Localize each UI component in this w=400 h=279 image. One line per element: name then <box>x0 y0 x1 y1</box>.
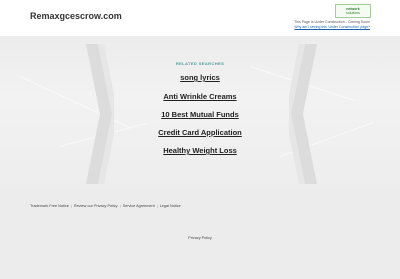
separator: | <box>70 204 72 208</box>
content-area: RELATED SEARCHES song lyrics Anti Wrinkl… <box>0 36 400 190</box>
search-link-song-lyrics[interactable]: song lyrics <box>0 73 400 82</box>
header: Remaxgcescrow.com network solutions This… <box>0 0 400 36</box>
footer-link-trademark[interactable]: Trademark Free Notice <box>30 204 69 208</box>
search-link-credit-card-application[interactable]: Credit Card Application <box>0 128 400 137</box>
logo-bottom-text: solutions <box>346 11 360 15</box>
separator: | <box>119 204 121 208</box>
footer-link-legal-notice[interactable]: Legal Notice <box>160 204 181 208</box>
footer: Trademark Free Notice | Review our Privacy… <box>0 190 400 279</box>
related-searches-title: RELATED SEARCHES <box>175 61 225 66</box>
search-link-healthy-weight-loss[interactable]: Healthy Weight Loss <box>0 146 400 155</box>
site-title: Remaxgcescrow.com <box>30 11 122 21</box>
privacy-policy-link[interactable]: Privacy Policy <box>0 236 400 240</box>
separator: | <box>156 204 158 208</box>
footer-link-privacy-review[interactable]: Review our Privacy Policy <box>74 204 118 208</box>
uc-message: This Page Is Under Construction - Coming… <box>294 20 370 24</box>
search-link-anti-wrinkle-creams[interactable]: Anti Wrinkle Creams <box>0 92 400 101</box>
search-link-mutual-funds[interactable]: 10 Best Mutual Funds <box>0 110 400 119</box>
under-construction-notice: This Page Is Under Construction - Coming… <box>294 20 370 30</box>
footer-links: Trademark Free Notice | Review our Privacy… <box>30 204 181 208</box>
uc-why-link[interactable]: Why am I seeing this 'Under Construction… <box>294 25 370 30</box>
network-solutions-logo[interactable]: network solutions <box>335 4 371 18</box>
footer-link-service-agreement[interactable]: Service Agreement <box>123 204 155 208</box>
